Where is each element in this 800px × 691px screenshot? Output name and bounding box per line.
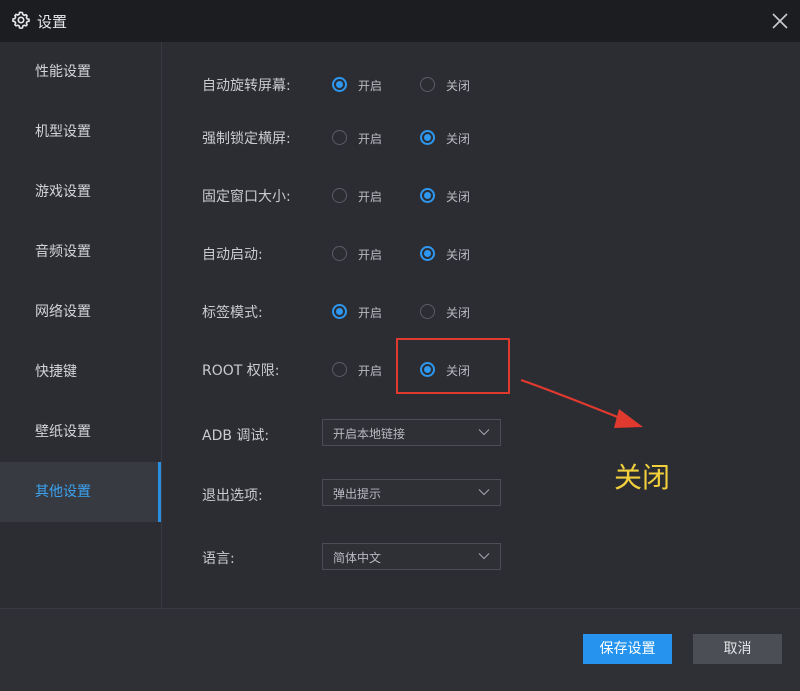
root-permission-on-label: 开启 [358,364,383,378]
tab-mode-off-label: 关闭 [446,306,471,320]
auto-rotate-off-radio[interactable] [420,77,435,92]
settings-sidebar: 性能设置 机型设置 游戏设置 音频设置 网络设置 快捷键 壁纸设置 其他设置 [0,42,162,608]
adb-debug-label: ADB 调试: [202,428,270,444]
force-landscape-on-radio[interactable] [332,130,347,145]
gear-icon [12,11,30,29]
sidebar-item-label: 网络设置 [35,304,91,320]
language-label: 语言: [202,551,235,567]
adb-debug-select[interactable]: 开启本地链接 [322,419,501,446]
tab-mode-on-label: 开启 [358,306,383,320]
fixed-window-size-off-radio[interactable] [420,188,435,203]
sidebar-item-label: 其他设置 [35,484,91,500]
cancel-button[interactable]: 取消 [693,634,782,664]
auto-rotate-on-label: 开启 [358,79,383,93]
sidebar-item-network[interactable]: 网络设置 [0,282,161,342]
sidebar-item-device-model[interactable]: 机型设置 [0,102,161,162]
fixed-window-size-on-radio[interactable] [332,188,347,203]
sidebar-item-label: 游戏设置 [35,184,91,200]
force-landscape-label: 强制锁定横屏: [202,131,291,147]
sidebar-item-shortcuts[interactable]: 快捷键 [0,342,161,402]
exit-option-select[interactable]: 弹出提示 [322,479,501,506]
language-value: 简体中文 [333,551,382,565]
root-permission-on-radio[interactable] [332,362,347,377]
save-settings-button[interactable]: 保存设置 [583,634,672,664]
auto-start-off-radio[interactable] [420,246,435,261]
exit-option-value: 弹出提示 [333,487,382,501]
force-landscape-off-radio[interactable] [420,130,435,145]
sidebar-item-label: 性能设置 [35,64,91,80]
root-permission-label: ROOT 权限: [202,363,280,379]
auto-rotate-on-radio[interactable] [332,77,347,92]
sidebar-item-performance[interactable]: 性能设置 [0,42,161,102]
tab-mode-off-radio[interactable] [420,304,435,319]
fixed-window-size-on-label: 开启 [358,190,383,204]
sidebar-item-wallpaper[interactable]: 壁纸设置 [0,402,161,462]
auto-rotate-off-label: 关闭 [446,79,471,93]
auto-start-on-label: 开启 [358,248,383,262]
exit-option-label: 退出选项: [202,488,263,504]
force-landscape-on-label: 开启 [358,132,383,146]
sidebar-item-other[interactable]: 其他设置 [0,462,161,522]
adb-debug-value: 开启本地链接 [333,427,406,441]
close-icon[interactable] [769,10,791,32]
tab-mode-label: 标签模式: [202,305,263,321]
tab-mode-on-radio[interactable] [332,304,347,319]
sidebar-item-game[interactable]: 游戏设置 [0,162,161,222]
sidebar-item-label: 音频设置 [35,244,91,260]
force-landscape-off-label: 关闭 [446,132,471,146]
annotation-text: 关闭 [614,461,671,494]
annotation-arrow-icon [520,378,643,428]
fixed-window-size-off-label: 关闭 [446,190,471,204]
chevron-down-icon [478,553,490,560]
dialog-footer [0,608,800,691]
auto-start-off-label: 关闭 [446,248,471,262]
sidebar-item-label: 快捷键 [35,364,77,380]
annotation-highlight-box [396,338,510,394]
chevron-down-icon [478,429,490,436]
language-select[interactable]: 简体中文 [322,543,501,570]
auto-start-label: 自动启动: [202,247,263,263]
title-bar: 设置 [0,0,800,42]
sidebar-item-label: 壁纸设置 [35,424,91,440]
fixed-window-size-label: 固定窗口大小: [202,189,291,205]
sidebar-item-label: 机型设置 [35,124,91,140]
chevron-down-icon [478,489,490,496]
auto-rotate-label: 自动旋转屏幕: [202,78,291,94]
auto-start-on-radio[interactable] [332,246,347,261]
sidebar-item-audio[interactable]: 音频设置 [0,222,161,282]
window-title: 设置 [37,13,68,31]
